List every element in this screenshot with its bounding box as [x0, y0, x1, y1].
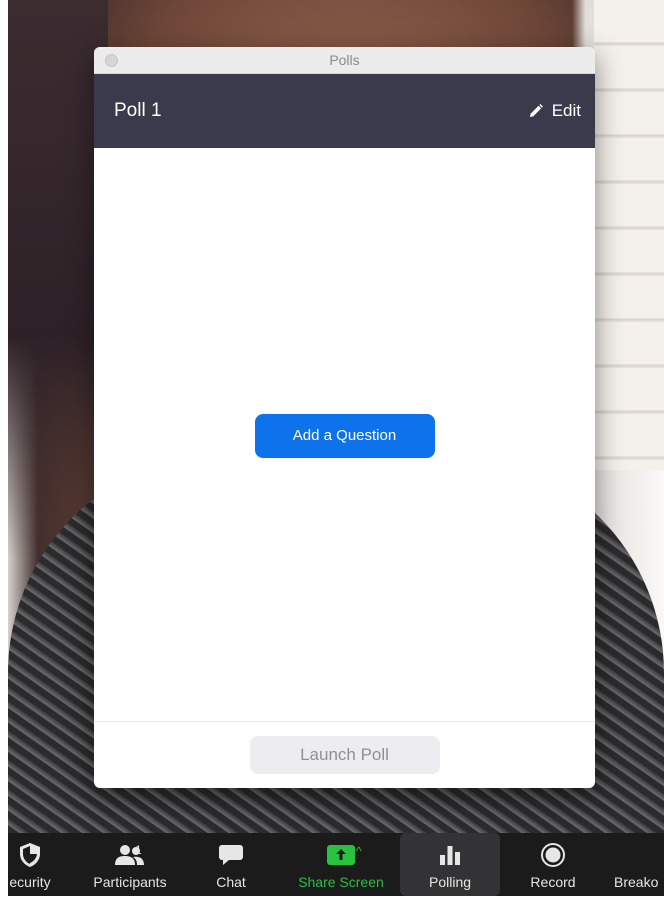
toolbar-polling[interactable]: Polling — [400, 833, 500, 896]
chat-bubble-icon — [218, 842, 244, 868]
participants-count: 1 — [135, 843, 142, 857]
share-options-caret-icon[interactable]: ^ — [356, 844, 362, 858]
edit-poll-button[interactable]: Edit — [528, 101, 581, 121]
toolbar-chat[interactable]: Chat — [204, 833, 258, 896]
toolbar-chat-label: Chat — [216, 874, 246, 890]
participants-icon: 1 — [100, 842, 160, 868]
toolbar-breakout[interactable]: Breako — [614, 833, 664, 896]
polls-window: Polls Poll 1 Edit Add a Question Launch … — [94, 47, 595, 788]
toolbar-participants-label: Participants — [93, 874, 167, 890]
window-title: Polls — [329, 52, 360, 68]
toolbar-record-label: Record — [530, 874, 576, 890]
meeting-toolbar: ecurity 1 Participants Chat ^ Share Scre… — [8, 833, 664, 896]
video-hair-region — [8, 0, 108, 560]
share-screen-icon: ^ — [301, 842, 381, 868]
bottom-strip — [8, 896, 664, 902]
poll-title: Poll 1 — [114, 100, 162, 121]
toolbar-security[interactable]: ecurity — [2, 833, 58, 896]
launch-poll-button[interactable]: Launch Poll — [249, 735, 440, 774]
poll-body: Add a Question — [94, 148, 595, 721]
edit-label: Edit — [551, 101, 581, 120]
toolbar-security-label: ecurity — [9, 874, 51, 890]
bar-chart-icon — [437, 842, 463, 868]
poll-footer: Launch Poll — [94, 721, 595, 787]
toolbar-polling-label: Polling — [428, 874, 472, 890]
toolbar-share-screen-label: Share Screen — [298, 874, 384, 890]
window-close-button[interactable] — [105, 54, 118, 67]
video-window-blinds — [594, 0, 664, 470]
toolbar-breakout-label: Breako — [614, 874, 659, 890]
pencil-icon — [528, 103, 544, 119]
add-question-button[interactable]: Add a Question — [254, 413, 435, 458]
toolbar-record[interactable]: Record — [520, 833, 586, 896]
window-titlebar[interactable]: Polls — [94, 47, 595, 74]
toolbar-participants[interactable]: 1 Participants — [82, 833, 178, 896]
toolbar-share-screen[interactable]: ^ Share Screen — [288, 833, 394, 896]
record-icon — [540, 842, 566, 868]
shield-icon — [18, 842, 42, 868]
poll-header: Poll 1 Edit — [94, 74, 595, 148]
